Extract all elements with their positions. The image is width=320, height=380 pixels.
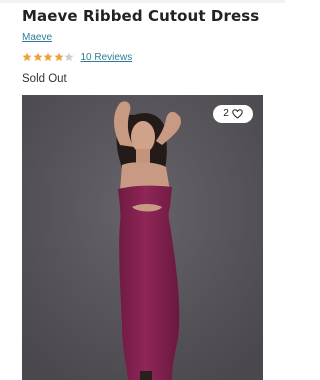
star-rating <box>22 52 75 62</box>
star-empty-icon <box>64 52 74 62</box>
model-photo <box>22 95 263 380</box>
star-filled-icon <box>43 52 53 62</box>
star-filled-icon <box>54 52 63 62</box>
rating-row: 10 Reviews <box>22 50 132 64</box>
reviews-link[interactable]: 10 Reviews <box>81 51 133 64</box>
star-filled-icon <box>33 52 42 62</box>
like-count: 2 <box>223 108 229 119</box>
brand-link[interactable]: Maeve <box>22 31 52 44</box>
like-button[interactable]: 2 <box>213 105 253 123</box>
product-image[interactable]: 2 <box>22 95 263 380</box>
stock-status: Sold Out <box>22 73 67 85</box>
heart-outline-icon <box>232 109 243 119</box>
product-title: Maeve Ribbed Cutout Dress <box>22 7 260 25</box>
top-divider <box>0 0 285 3</box>
star-filled-icon <box>22 52 32 62</box>
